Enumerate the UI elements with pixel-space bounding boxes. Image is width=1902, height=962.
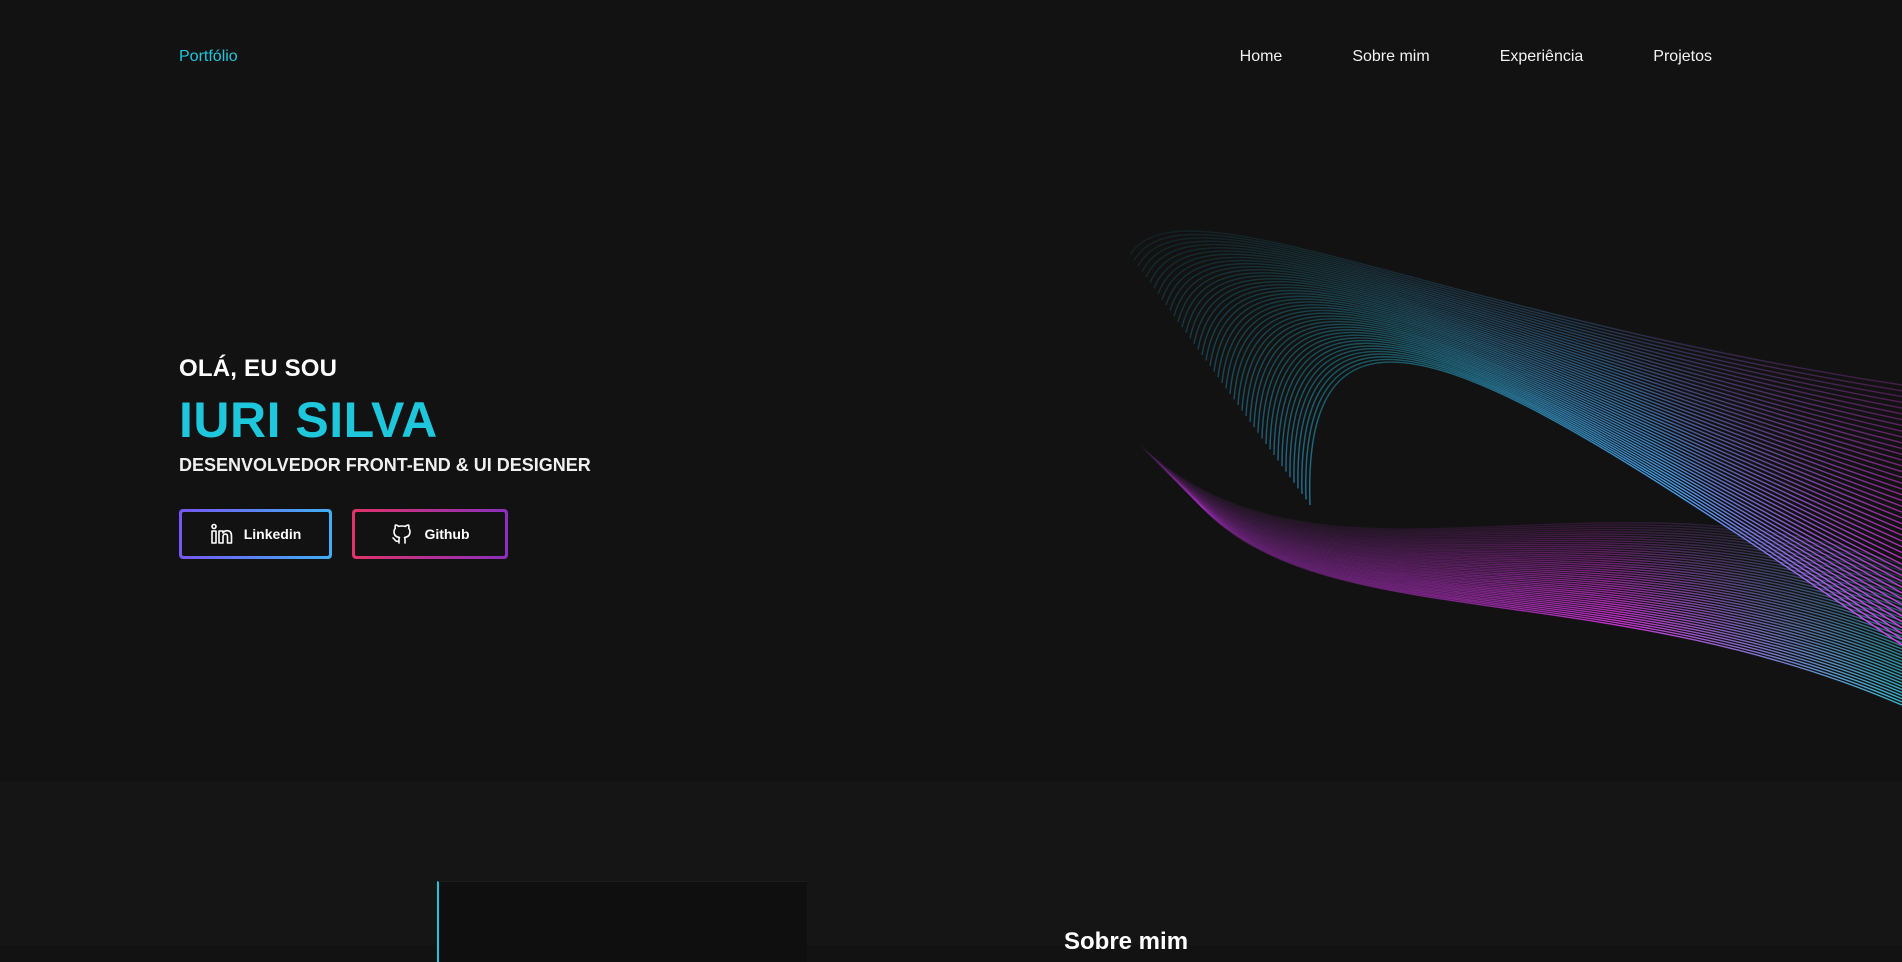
linkedin-button-label: Linkedin [243,526,302,542]
wave-illustration [1129,230,1902,706]
about-image-card [437,881,807,962]
wave-line [1157,253,1902,427]
about-title: Sobre mim [1064,928,1189,955]
nav-link-experience[interactable]: Experiência [1500,48,1584,66]
linkedin-button[interactable]: Linkedin [179,509,332,559]
nav-link-projects[interactable]: Projetos [1653,48,1712,66]
wave-line [1193,280,1902,479]
hero-greeting: OLÁ, EU SOU [179,355,338,382]
github-button-label: Github [424,526,470,542]
github-icon [390,522,414,546]
hero-role: DESENVOLVEDOR FRONT-END & UI DESIGNER [179,455,591,475]
nav-link-about[interactable]: Sobre mim [1352,48,1429,66]
hero-name: IURI SILVA [179,392,438,448]
github-button-inner: Github [355,512,505,556]
nav-link-home[interactable]: Home [1240,48,1283,66]
linkedin-button-inner: Linkedin [182,512,329,556]
brand-link[interactable]: Portfólio [179,48,238,66]
linkedin-icon [210,523,234,545]
nav-links: Home Sobre mim Experiência Projetos [1240,48,1712,66]
top-navbar: Portfólio Home Sobre mim Experiência Pro… [0,0,1902,118]
wave-line [1305,358,1902,640]
github-button[interactable]: Github [352,509,508,559]
about-section [0,782,1902,945]
